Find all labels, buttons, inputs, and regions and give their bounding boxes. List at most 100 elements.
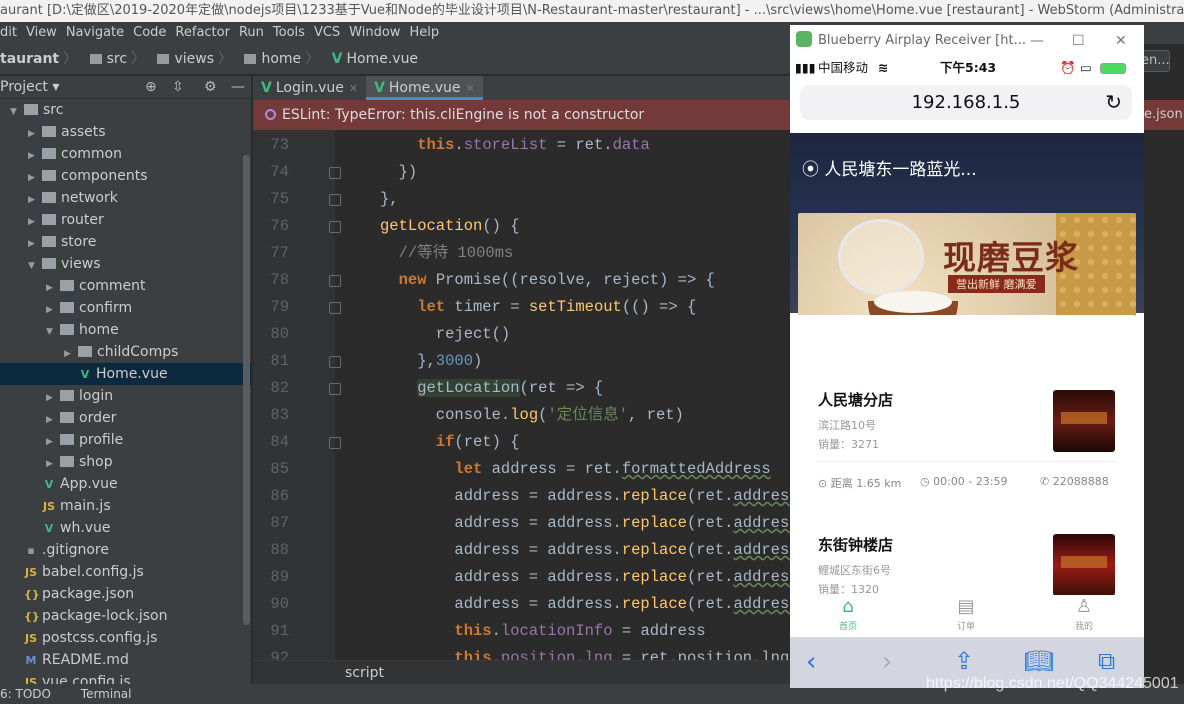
menu-dit[interactable]: dit — [0, 25, 17, 40]
tree-item[interactable]: Vwh.vue — [0, 517, 251, 539]
collapsed-arrow-icon[interactable]: ▶ — [46, 431, 60, 453]
tree-item[interactable]: JS babel.config.js — [0, 561, 251, 583]
tree-item[interactable]: {} package.json — [0, 583, 251, 605]
tree-item[interactable]: V App.vue — [0, 473, 251, 495]
url-text: 192.168.1.5 — [911, 92, 1021, 113]
close-tab-icon[interactable]: ✕ — [465, 82, 474, 95]
share-icon[interactable]: ⇪ — [954, 647, 974, 675]
collapsed-arrow-icon[interactable]: ▶ — [28, 189, 42, 211]
menu-run[interactable]: Run — [239, 25, 264, 40]
collapsed-arrow-icon[interactable]: ▶ — [46, 409, 60, 431]
tree-item[interactable]: ▶ order — [0, 407, 251, 429]
breadcrumb-views[interactable]: views — [174, 51, 214, 67]
menu-help[interactable]: Help — [409, 25, 439, 40]
tab-login-vue[interactable]: V Login.vue ✕ — [253, 76, 366, 100]
expanded-arrow-icon[interactable]: ▼ — [10, 101, 24, 123]
tree-item[interactable]: ▶ assets — [0, 121, 251, 143]
tree-item[interactable]: ▶ childComps — [0, 341, 251, 363]
close-tab-icon[interactable]: ✕ — [349, 82, 358, 95]
tab-mine[interactable]: ♙ 我的 — [1044, 595, 1124, 632]
store-card[interactable]: 人民塘分店 滨江路10号 销量：3271 ⊙ 距离 1.65 km ◷ 00:0… — [802, 375, 1132, 500]
collapsed-arrow-icon[interactable]: ▶ — [46, 299, 60, 321]
breadcrumb-project[interactable]: taurant — [0, 51, 59, 67]
tree-item[interactable]: ▶ comment — [0, 275, 251, 297]
tree-item[interactable]: ▶ login — [0, 385, 251, 407]
fold-marker-icon[interactable] — [329, 356, 341, 368]
tree-item[interactable]: ▼ src — [0, 99, 251, 121]
collapsed-arrow-icon[interactable]: ▶ — [28, 233, 42, 255]
breadcrumb-context: script — [253, 660, 790, 684]
collapsed-arrow-icon[interactable]: ▶ — [46, 453, 60, 475]
tree-item[interactable]: ▪ .gitignore — [0, 539, 251, 561]
collapse-icon[interactable]: ⇳ — [172, 76, 184, 99]
location-selector[interactable]: ⦿ 人民塘东一路蓝光... — [802, 155, 977, 180]
tree-item[interactable]: ▼ views — [0, 253, 251, 275]
tree-item[interactable]: V Home.vue — [0, 363, 251, 385]
sidebar-scrollbar[interactable] — [243, 155, 250, 625]
menu-view[interactable]: View — [26, 25, 57, 40]
divider — [818, 461, 1116, 462]
collapsed-arrow-icon[interactable]: ▶ — [28, 211, 42, 233]
menu-navigate[interactable]: Navigate — [66, 25, 124, 40]
bookmarks-icon[interactable]: 📖︎ — [1024, 647, 1054, 675]
tab-orders[interactable]: ▤ 订单 — [926, 595, 1006, 632]
tree-item[interactable]: ▼ home — [0, 319, 251, 341]
tree-item[interactable]: ▶ store — [0, 231, 251, 253]
todo-tool-button[interactable]: 6: TODO — [0, 687, 51, 701]
terminal-tool-button[interactable]: Terminal — [81, 687, 132, 701]
tree-item[interactable]: JS postcss.config.js — [0, 627, 251, 649]
tree-item[interactable]: ▶ common — [0, 143, 251, 165]
tree-item[interactable]: ▶ components — [0, 165, 251, 187]
fold-marker-icon[interactable] — [329, 167, 341, 179]
code-area[interactable]: 73 this.storeList = ret.data 74}) 75}, 76 get… — [253, 132, 790, 672]
menu-code[interactable]: Code — [133, 25, 166, 40]
safari-address-bar[interactable]: 192.168.1.5 ↻ — [800, 85, 1132, 120]
maximize-button[interactable]: ☐ — [1072, 25, 1085, 57]
forward-icon[interactable]: › — [882, 647, 892, 677]
menu-refactor[interactable]: Refactor — [175, 25, 230, 40]
tabs-icon[interactable]: ⧉ — [1098, 647, 1115, 675]
collapsed-arrow-icon[interactable]: ▶ — [28, 167, 42, 189]
tree-item[interactable]: ▶ shop — [0, 451, 251, 473]
collapsed-arrow-icon[interactable]: ▶ — [28, 145, 42, 167]
collapsed-arrow-icon[interactable]: ▶ — [64, 343, 78, 365]
code-token: (ret. — [686, 541, 734, 559]
expanded-arrow-icon[interactable]: ▼ — [46, 321, 60, 343]
fold-marker-icon[interactable] — [329, 383, 341, 395]
menu-tools[interactable]: Tools — [273, 25, 305, 40]
fold-marker-icon[interactable] — [329, 437, 341, 449]
breadcrumb-file[interactable]: Home.vue — [346, 51, 418, 67]
gear-icon[interactable]: ⚙ — [204, 76, 217, 99]
menu-window[interactable]: Window — [349, 25, 400, 40]
collapsed-arrow-icon[interactable]: ▶ — [46, 387, 60, 409]
hide-icon[interactable]: — — [231, 76, 245, 99]
breadcrumb-src[interactable]: src — [107, 51, 127, 67]
expanded-arrow-icon[interactable]: ▼ — [28, 255, 42, 277]
fold-marker-icon[interactable] — [329, 194, 341, 206]
store-card[interactable]: 东街钟楼店 鲤城区东街6号 销量：1320 — [802, 520, 1132, 595]
tree-item[interactable]: ▶ router — [0, 209, 251, 231]
project-view-selector[interactable]: Project ▾ — [0, 79, 59, 95]
reload-icon[interactable]: ↻ — [1105, 85, 1122, 120]
tree-item[interactable]: ▶ confirm — [0, 297, 251, 319]
menu-vcs[interactable]: VCS — [314, 25, 340, 40]
close-button[interactable]: ✕ — [1115, 25, 1127, 57]
back-icon[interactable]: ‹ — [806, 647, 816, 677]
fold-marker-icon[interactable] — [329, 275, 341, 287]
minimize-button[interactable]: — — [1030, 25, 1044, 57]
tab-home[interactable]: ⌂ 首页 — [808, 595, 888, 632]
fold-marker-icon[interactable] — [329, 221, 341, 233]
breadcrumb-home[interactable]: home — [261, 51, 301, 67]
fold-marker-icon[interactable] — [329, 302, 341, 314]
tree-item[interactable]: M README.md — [0, 649, 251, 671]
partial-banner-link[interactable]: e.json — [1144, 100, 1184, 130]
collapsed-arrow-icon[interactable]: ▶ — [28, 123, 42, 145]
phone-number[interactable]: ✆ 22088888 — [1040, 475, 1109, 488]
locate-icon[interactable]: ⊕ — [145, 76, 157, 99]
collapsed-arrow-icon[interactable]: ▶ — [46, 277, 60, 299]
tree-item[interactable]: ▶ network — [0, 187, 251, 209]
tree-item[interactable]: {} package-lock.json — [0, 605, 251, 627]
tree-item[interactable]: JS main.js — [0, 495, 251, 517]
tree-item[interactable]: ▶ profile — [0, 429, 251, 451]
tab-home-vue[interactable]: V Home.vue ✕ — [366, 76, 483, 100]
